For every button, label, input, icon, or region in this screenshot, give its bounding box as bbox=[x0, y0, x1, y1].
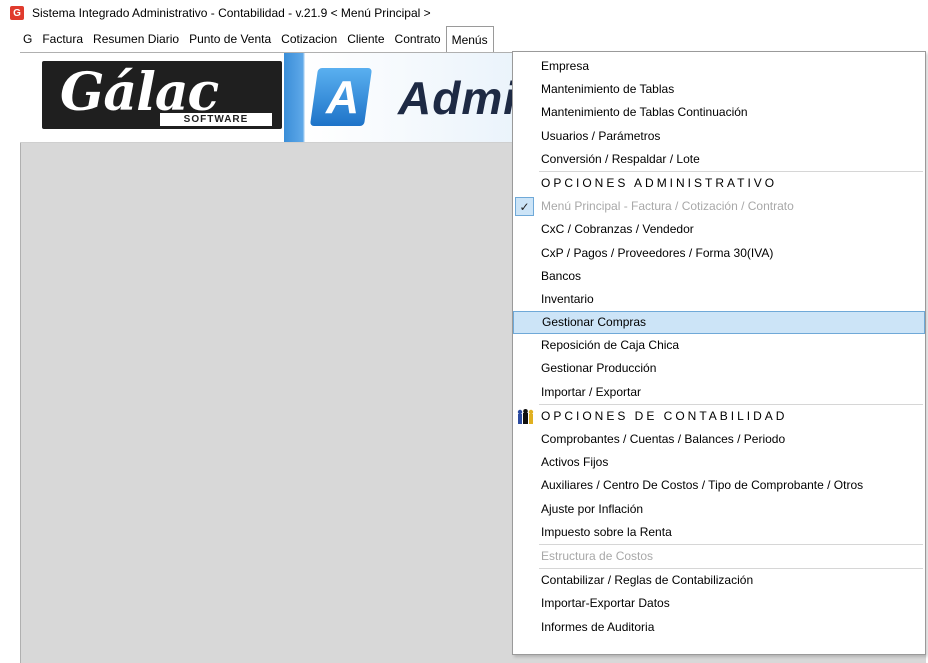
administrativo-badge-letter: A bbox=[326, 71, 360, 123]
menu-item-cxc-cobranzas-vendedor[interactable]: CxC / Cobranzas / Vendedor bbox=[513, 218, 925, 241]
menu-item-inventario[interactable]: Inventario bbox=[513, 288, 925, 311]
menu-item-comprobantes-cuentas-balances[interactable]: Comprobantes / Cuentas / Balances / Peri… bbox=[513, 428, 925, 451]
menu-section-opciones-administrativo[interactable]: OPCIONES ADMINISTRATIVO bbox=[513, 172, 925, 195]
menu-item-informes-auditoria[interactable]: Informes de Auditoria bbox=[513, 616, 925, 639]
menu-item-impuesto-renta[interactable]: Impuesto sobre la Renta bbox=[513, 521, 925, 544]
menu-cliente[interactable]: Cliente bbox=[342, 26, 389, 52]
menu-section-opciones-contabilidad-label: OPCIONES DE CONTABILIDAD bbox=[541, 408, 788, 423]
menu-item-importar-exportar-datos[interactable]: Importar-Exportar Datos bbox=[513, 592, 925, 615]
menu-g[interactable]: G bbox=[18, 26, 37, 52]
menus-dropdown: Empresa Mantenimiento de Tablas Mantenim… bbox=[512, 51, 926, 655]
app-logo-icon: G bbox=[10, 6, 24, 20]
menu-item-gestionar-compras[interactable]: Gestionar Compras bbox=[513, 311, 925, 335]
menu-item-gestionar-produccion[interactable]: Gestionar Producción bbox=[513, 357, 925, 380]
menu-factura[interactable]: Factura bbox=[37, 26, 88, 52]
menu-item-contabilizar-reglas[interactable]: Contabilizar / Reglas de Contabilización bbox=[513, 569, 925, 592]
menu-bar: G Factura Resumen Diario Punto de Venta … bbox=[0, 26, 928, 52]
menu-item-auxiliares-centro-costos[interactable]: Auxiliares / Centro De Costos / Tipo de … bbox=[513, 474, 925, 497]
menu-contrato[interactable]: Contrato bbox=[390, 26, 446, 52]
menu-item-ajuste-inflacion[interactable]: Ajuste por Inflación bbox=[513, 498, 925, 521]
menu-item-importar-exportar[interactable]: Importar / Exportar bbox=[513, 381, 925, 404]
menu-item-empresa[interactable]: Empresa bbox=[513, 55, 925, 78]
check-icon: ✓ bbox=[515, 197, 534, 217]
menu-section-opciones-contabilidad[interactable]: OPCIONES DE CONTABILIDAD bbox=[513, 405, 925, 428]
menu-item-conversion-respaldar-lote[interactable]: Conversión / Respaldar / Lote bbox=[513, 148, 925, 171]
galac-logo-subtitle: SOFTWARE bbox=[160, 113, 272, 126]
menu-punto-de-venta[interactable]: Punto de Venta bbox=[184, 26, 276, 52]
galac-logo: Gálac SOFTWARE bbox=[42, 61, 282, 129]
window-title: Sistema Integrado Administrativo - Conta… bbox=[32, 6, 431, 20]
menu-item-menu-principal: ✓ Menú Principal - Factura / Cotización … bbox=[513, 195, 925, 218]
menu-item-estructura-costos: Estructura de Costos bbox=[541, 548, 654, 563]
menu-item-mantenimiento-tablas-continuacion[interactable]: Mantenimiento de Tablas Continuación bbox=[513, 101, 925, 124]
app-banner: Gálac SOFTWARE A Admi bbox=[20, 53, 520, 143]
menu-item-bancos[interactable]: Bancos bbox=[513, 265, 925, 288]
menu-menus[interactable]: Menús bbox=[445, 26, 494, 52]
product-name-text: Admi bbox=[398, 72, 517, 124]
menu-cotizacion[interactable]: Cotizacion bbox=[276, 26, 342, 52]
menu-item-usuarios-parametros[interactable]: Usuarios / Parámetros bbox=[513, 125, 925, 148]
menu-resumen-diario[interactable]: Resumen Diario bbox=[88, 26, 184, 52]
users-group-icon bbox=[517, 408, 534, 424]
menu-item-mantenimiento-tablas[interactable]: Mantenimiento de Tablas bbox=[513, 78, 925, 101]
menu-item-activos-fijos[interactable]: Activos Fijos bbox=[513, 451, 925, 474]
menu-item-reposicion-caja-chica[interactable]: Reposición de Caja Chica bbox=[513, 334, 925, 357]
title-bar: G Sistema Integrado Administrativo - Con… bbox=[0, 0, 928, 26]
menu-item-cxp-pagos-proveedores[interactable]: CxP / Pagos / Proveedores / Forma 30(IVA… bbox=[513, 242, 925, 265]
menu-item-menu-principal-label: Menú Principal - Factura / Cotización / … bbox=[541, 199, 794, 214]
